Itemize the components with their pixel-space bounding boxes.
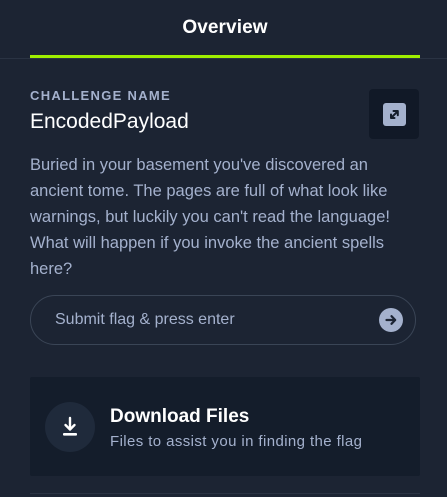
- tab-bar: Overview: [0, 0, 447, 59]
- challenge-name-label: CHALLENGE NAME: [30, 88, 171, 103]
- download-files-title: Download Files: [110, 406, 250, 427]
- bottom-divider: [30, 493, 420, 494]
- arrow-right-icon: [385, 315, 397, 325]
- tab-overview-label: Overview: [182, 17, 268, 38]
- tab-overview[interactable]: Overview: [30, 0, 420, 58]
- download-files-card[interactable]: Download Files Files to assist you in fi…: [30, 377, 420, 476]
- download-files-subtitle: Files to assist you in finding the flag: [110, 433, 363, 450]
- flag-input[interactable]: [55, 296, 375, 344]
- challenge-action-button[interactable]: [369, 89, 419, 139]
- submit-flag-button[interactable]: [379, 308, 403, 332]
- challenge-name: EncodedPayload: [30, 110, 189, 133]
- swap-arrows-icon: [382, 102, 406, 126]
- download-icon: [45, 402, 95, 452]
- flag-submit-form: [30, 295, 416, 345]
- tab-divider: [0, 58, 447, 59]
- challenge-description: Buried in your basement you've discovere…: [30, 156, 390, 278]
